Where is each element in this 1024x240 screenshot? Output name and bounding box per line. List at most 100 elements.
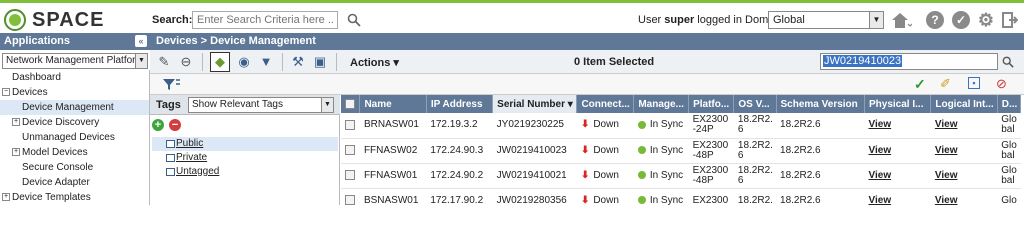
help-icon[interactable]: ? bbox=[926, 11, 944, 29]
logical-interfaces-link[interactable]: View bbox=[935, 119, 958, 130]
row-checkbox[interactable] bbox=[345, 195, 355, 205]
table-row[interactable]: FFNASW01 172.24.90.2 JW0219410021 ⬇ Down In S… bbox=[341, 163, 1021, 189]
actions-menu[interactable]: Actions ▾ bbox=[350, 56, 399, 69]
remove-tag-icon[interactable]: − bbox=[169, 119, 181, 131]
tag-item-private[interactable]: Private bbox=[152, 151, 338, 165]
expand-icon[interactable]: + bbox=[2, 193, 10, 202]
search-icon[interactable] bbox=[347, 13, 361, 27]
table-row[interactable]: FFNASW02 172.24.90.3 JW0219410023 ⬇ Down In S… bbox=[341, 138, 1021, 164]
logo-icon bbox=[4, 9, 26, 31]
table-row[interactable]: BRNASW01 172.19.3.2 JY0219230225 ⬇ Down In Sy… bbox=[341, 113, 1021, 139]
grid-search-input[interactable]: JW0219410023 bbox=[820, 53, 998, 70]
username: super bbox=[664, 14, 695, 26]
top-bar: SPACE Search: User super logged in Domai… bbox=[0, 0, 1024, 33]
cell-serial: JW0219410021 bbox=[496, 169, 567, 181]
column-header[interactable]: Platfo... bbox=[688, 95, 735, 113]
sidebar-item-label: Dashboard bbox=[12, 72, 61, 83]
cell-d: Glo bbox=[1001, 194, 1017, 205]
logical-interfaces-link[interactable]: View bbox=[935, 145, 958, 156]
row-checkbox[interactable] bbox=[345, 170, 355, 181]
column-header[interactable]: Name bbox=[359, 95, 427, 113]
physical-interfaces-link[interactable]: View bbox=[869, 195, 892, 205]
platform-select[interactable]: Network Management Platform ▼ bbox=[2, 53, 148, 69]
cell-os: 18.2R2. 6 bbox=[737, 114, 773, 136]
column-header[interactable]: Schema Version bbox=[776, 95, 866, 113]
tag-label: Public bbox=[176, 138, 204, 149]
expand-icon[interactable]: + bbox=[12, 148, 20, 157]
sidebar-item-dashboard[interactable]: Dashboard bbox=[0, 70, 149, 85]
collapse-icon[interactable]: « bbox=[135, 35, 147, 47]
cell-os: 18.2R2. 6 bbox=[737, 139, 773, 161]
filter-icon[interactable]: ▼ bbox=[258, 54, 274, 70]
sidebar-item-model-devices[interactable]: + Model Devices bbox=[0, 145, 149, 160]
tag-label: Untagged bbox=[176, 166, 220, 177]
check-status-icon[interactable]: ✓ bbox=[952, 11, 970, 29]
tag-item-public[interactable]: Public bbox=[152, 137, 338, 151]
physical-interfaces-link[interactable]: View bbox=[869, 145, 892, 156]
search-input[interactable] bbox=[192, 11, 338, 29]
column-header[interactable]: Manage... bbox=[633, 95, 690, 113]
column-header[interactable]: OS V... bbox=[733, 95, 777, 113]
select-all-header[interactable] bbox=[341, 95, 361, 113]
column-header[interactable]: Serial Number ▾ bbox=[492, 95, 578, 113]
remove-icon[interactable]: ⊖ bbox=[178, 54, 194, 70]
select-all-checkbox[interactable] bbox=[345, 98, 355, 109]
cell-manage: In Sync bbox=[649, 144, 684, 156]
save-icon[interactable]: ▪ bbox=[968, 77, 980, 89]
hide-icon[interactable]: ⊘ bbox=[996, 76, 1007, 92]
sidebar-item-label: Device Discovery bbox=[22, 117, 100, 128]
sidebar-item-device-management[interactable]: Device Management bbox=[0, 100, 149, 115]
wrench-icon[interactable]: ⚒ bbox=[290, 54, 306, 70]
column-header[interactable]: Connect... bbox=[576, 95, 635, 113]
tag-icon[interactable]: ◆ bbox=[210, 52, 230, 72]
cell-schema: 18.2R2.6 bbox=[780, 194, 821, 205]
clear-brush-icon[interactable]: ✐ bbox=[940, 76, 951, 92]
breadcrumb: Devices > Device Management bbox=[150, 33, 1024, 50]
tags-panel: Tags Show Relevant Tags ▼ + − Public Priva… bbox=[150, 95, 340, 205]
cell-os: 18.2R2. bbox=[737, 194, 773, 205]
sidebar-item-unmanaged-devices[interactable]: Unmanaged Devices bbox=[0, 130, 149, 145]
user-info: User super logged in Domain: bbox=[638, 14, 786, 26]
cell-d: Glo bal bbox=[1001, 164, 1017, 186]
sidebar-item-secure-console[interactable]: Secure Console bbox=[0, 160, 149, 175]
add-tag-icon[interactable]: + bbox=[152, 119, 164, 131]
tag-item-untagged[interactable]: Untagged bbox=[152, 165, 338, 179]
collapse-tree-icon[interactable]: − bbox=[2, 88, 10, 97]
cli-config-icon[interactable]: ▣ bbox=[312, 54, 328, 70]
filter-settings-icon[interactable] bbox=[162, 77, 180, 92]
down-arrow-icon: ⬇ bbox=[580, 194, 590, 205]
logical-interfaces-link[interactable]: View bbox=[935, 195, 958, 205]
tags-title: Tags bbox=[156, 99, 181, 111]
cell-serial: JW0219280356 bbox=[496, 194, 567, 205]
apply-icon[interactable]: ✓ bbox=[914, 76, 926, 93]
sidebar-item-device-templates[interactable]: + Device Templates bbox=[0, 190, 149, 205]
sidebar-item-device-adapter[interactable]: Device Adapter bbox=[0, 175, 149, 190]
expand-icon[interactable]: + bbox=[12, 118, 20, 127]
gear-icon[interactable]: ⚙ bbox=[977, 11, 995, 29]
sidebar-item-device-discovery[interactable]: + Device Discovery bbox=[0, 115, 149, 130]
column-header[interactable]: Logical Int... bbox=[930, 95, 998, 113]
table-row[interactable]: BSNASW01 172.17.90.2 JW0219280356 ⬇ Down In S… bbox=[341, 188, 1021, 205]
cell-name: FFNASW01 bbox=[363, 169, 418, 181]
cell-conn: Down bbox=[593, 119, 619, 131]
physical-interfaces-link[interactable]: View bbox=[869, 119, 892, 130]
tags-filter-select[interactable]: Show Relevant Tags ▼ bbox=[188, 97, 334, 113]
cell-ip: 172.24.90.3 bbox=[430, 144, 484, 156]
domain-select[interactable]: Global ▼ bbox=[768, 11, 884, 29]
home-icon[interactable] bbox=[890, 11, 912, 29]
in-sync-icon bbox=[637, 195, 646, 204]
edit-icon[interactable]: ✎ bbox=[156, 54, 172, 70]
grid-search-icon[interactable] bbox=[1002, 56, 1014, 68]
column-header[interactable]: D... bbox=[997, 95, 1022, 113]
column-header[interactable]: IP Address bbox=[426, 95, 494, 113]
logout-icon[interactable] bbox=[1002, 12, 1018, 28]
column-header[interactable]: Physical I... bbox=[864, 95, 932, 113]
physical-interfaces-link[interactable]: View bbox=[869, 170, 892, 181]
row-checkbox[interactable] bbox=[345, 119, 355, 130]
row-checkbox[interactable] bbox=[345, 145, 355, 156]
chevron-down-icon: ▼ bbox=[321, 98, 333, 112]
logical-interfaces-link[interactable]: View bbox=[935, 170, 958, 181]
sidebar-item-devices[interactable]: − Devices bbox=[0, 85, 149, 100]
view-icon[interactable]: ◉ bbox=[236, 54, 252, 70]
in-sync-icon bbox=[637, 170, 646, 179]
